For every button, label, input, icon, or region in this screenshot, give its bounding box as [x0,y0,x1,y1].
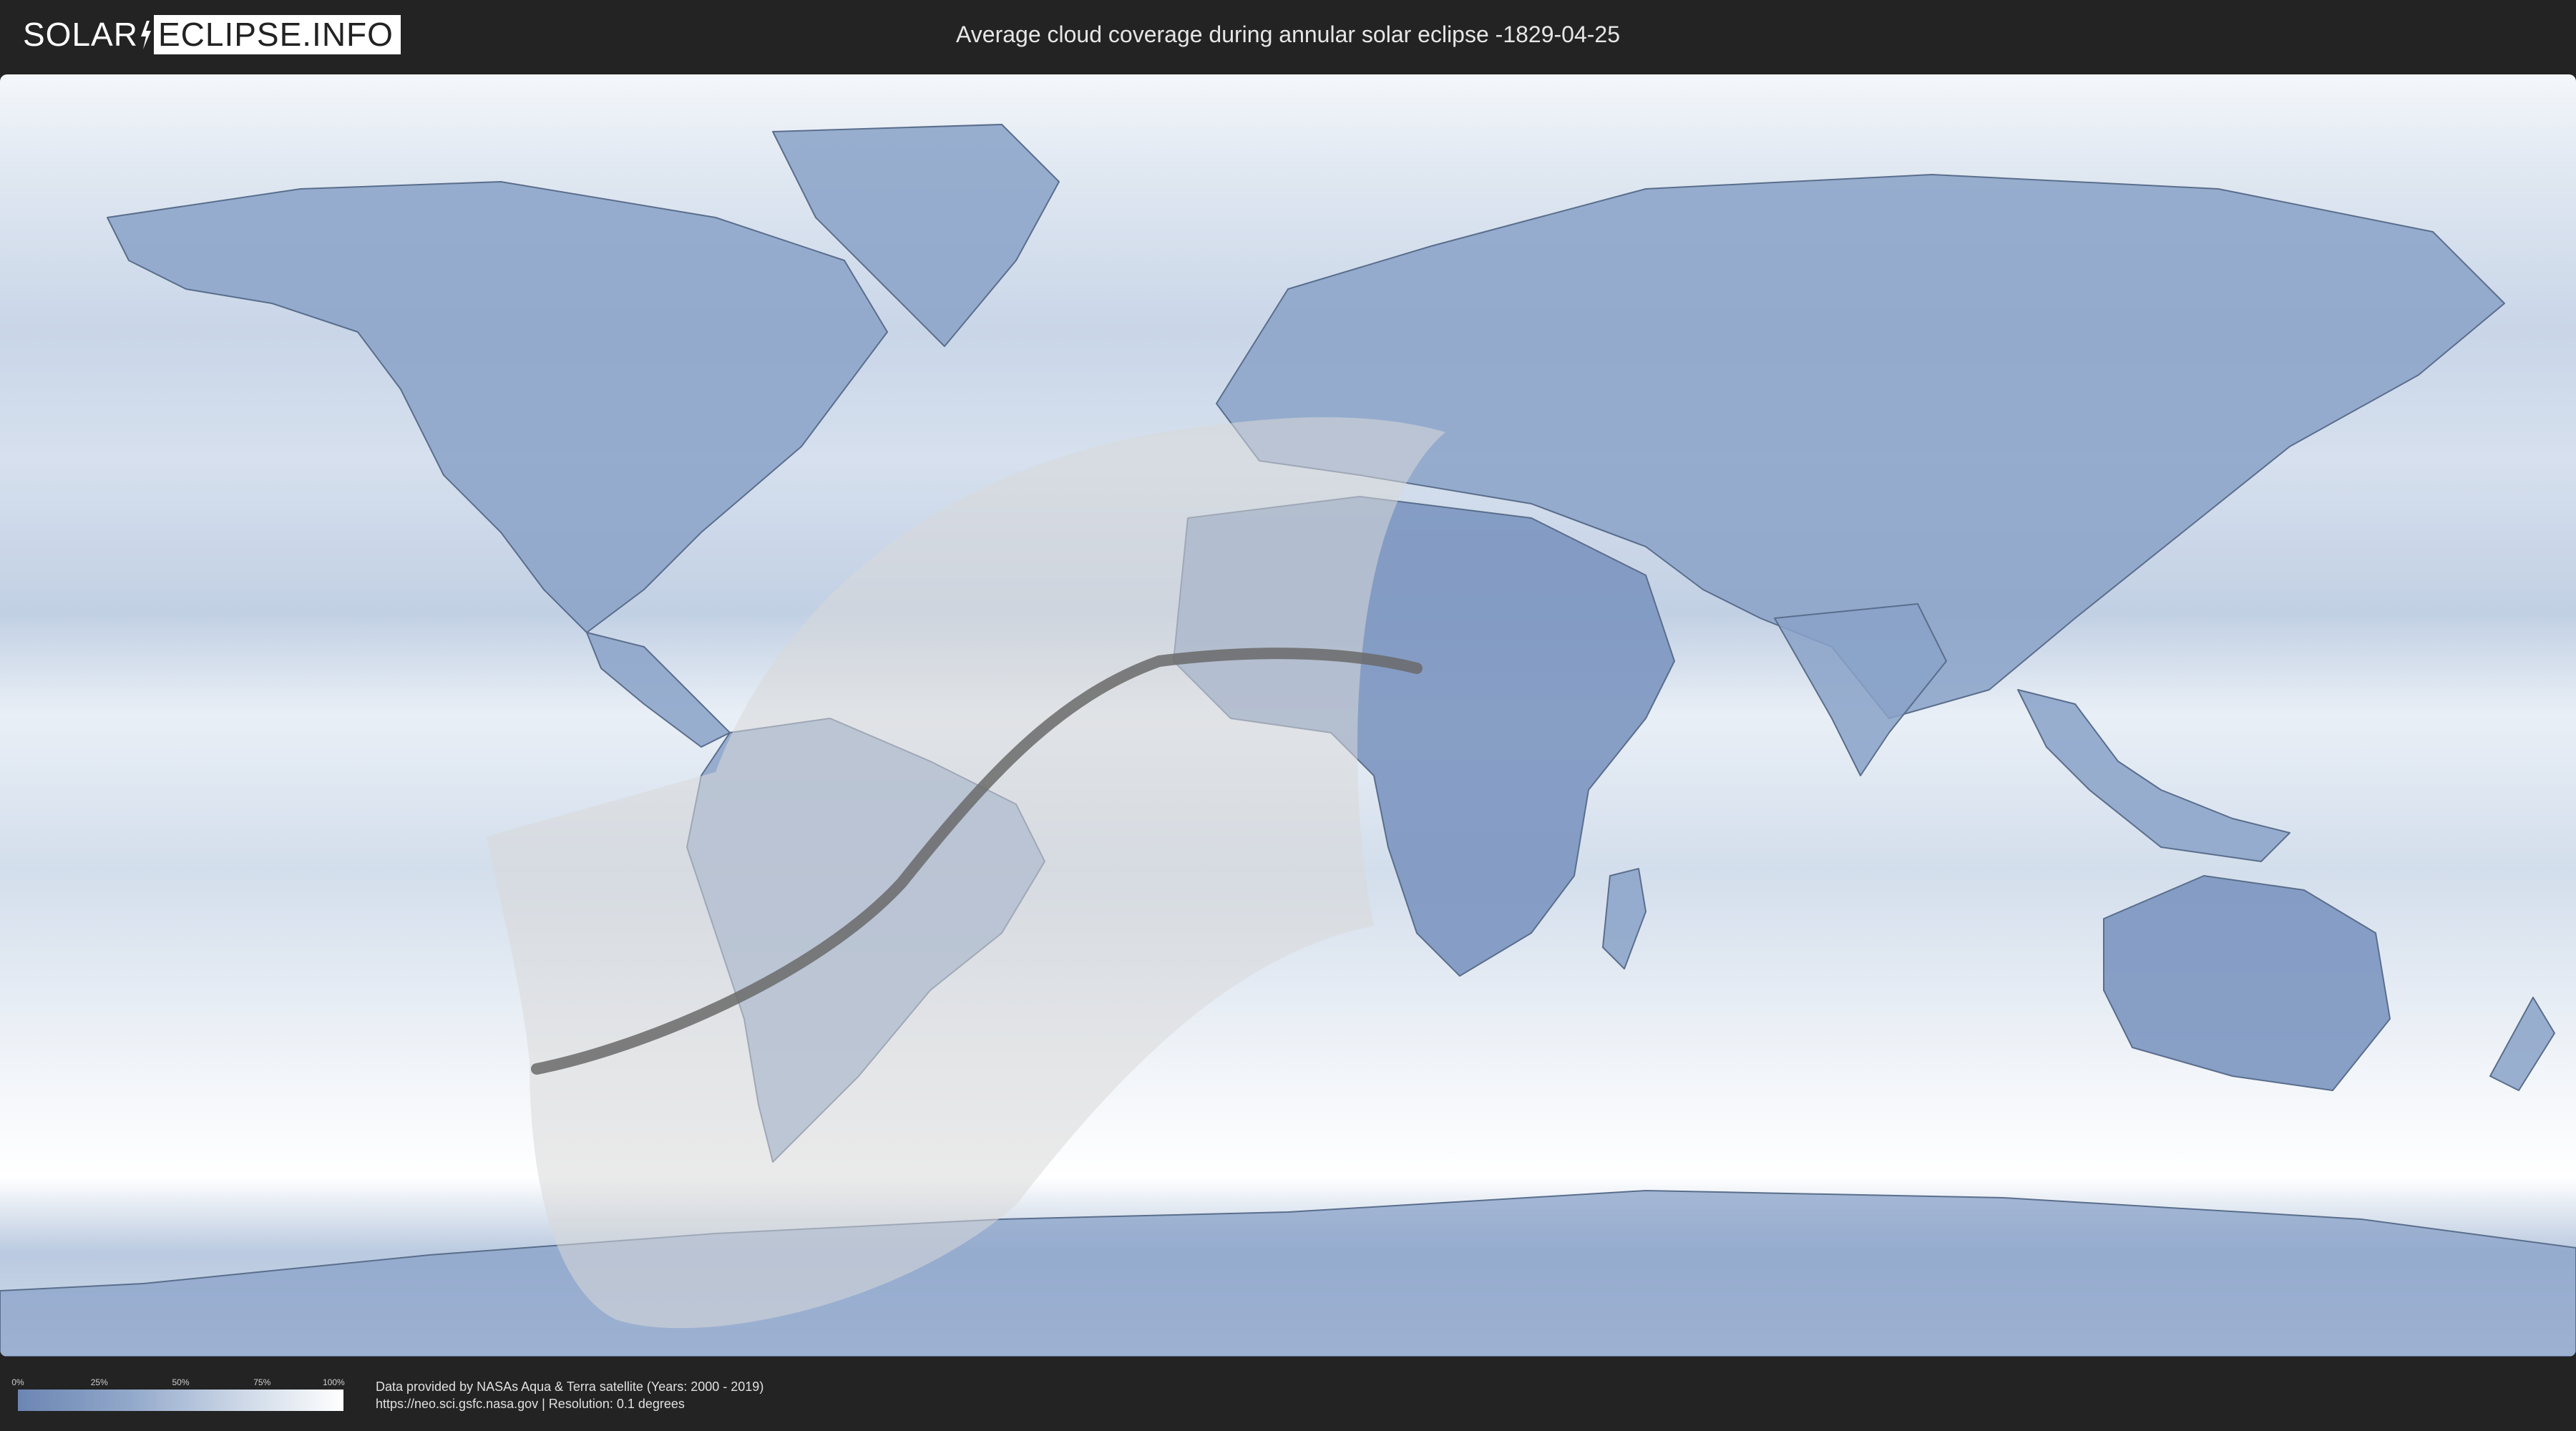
data-credit-line: Data provided by NASAs Aqua & Terra sate… [376,1379,764,1394]
legend-tick-50: 50% [172,1377,190,1387]
legend-tick-25: 25% [90,1377,108,1387]
cloud-coverage-map[interactable] [0,74,2576,1357]
page-title: Average cloud coverage during annular so… [956,21,1620,47]
legend-tick-0: 0% [11,1377,24,1387]
world-map-svg [0,74,2576,1357]
legend-tick-75: 75% [253,1377,271,1387]
legend-tick-labels: 0% 25% 50% 75% 100% [11,1377,345,1388]
source-url-line: https://neo.sci.gsfc.nasa.gov | Resoluti… [376,1397,685,1411]
legend-tick-100: 100% [322,1377,345,1387]
legend-color-bar [18,1390,343,1411]
header-bar: SOLAR ECLIPSE.INFO Average cloud coverag… [0,0,2576,72]
